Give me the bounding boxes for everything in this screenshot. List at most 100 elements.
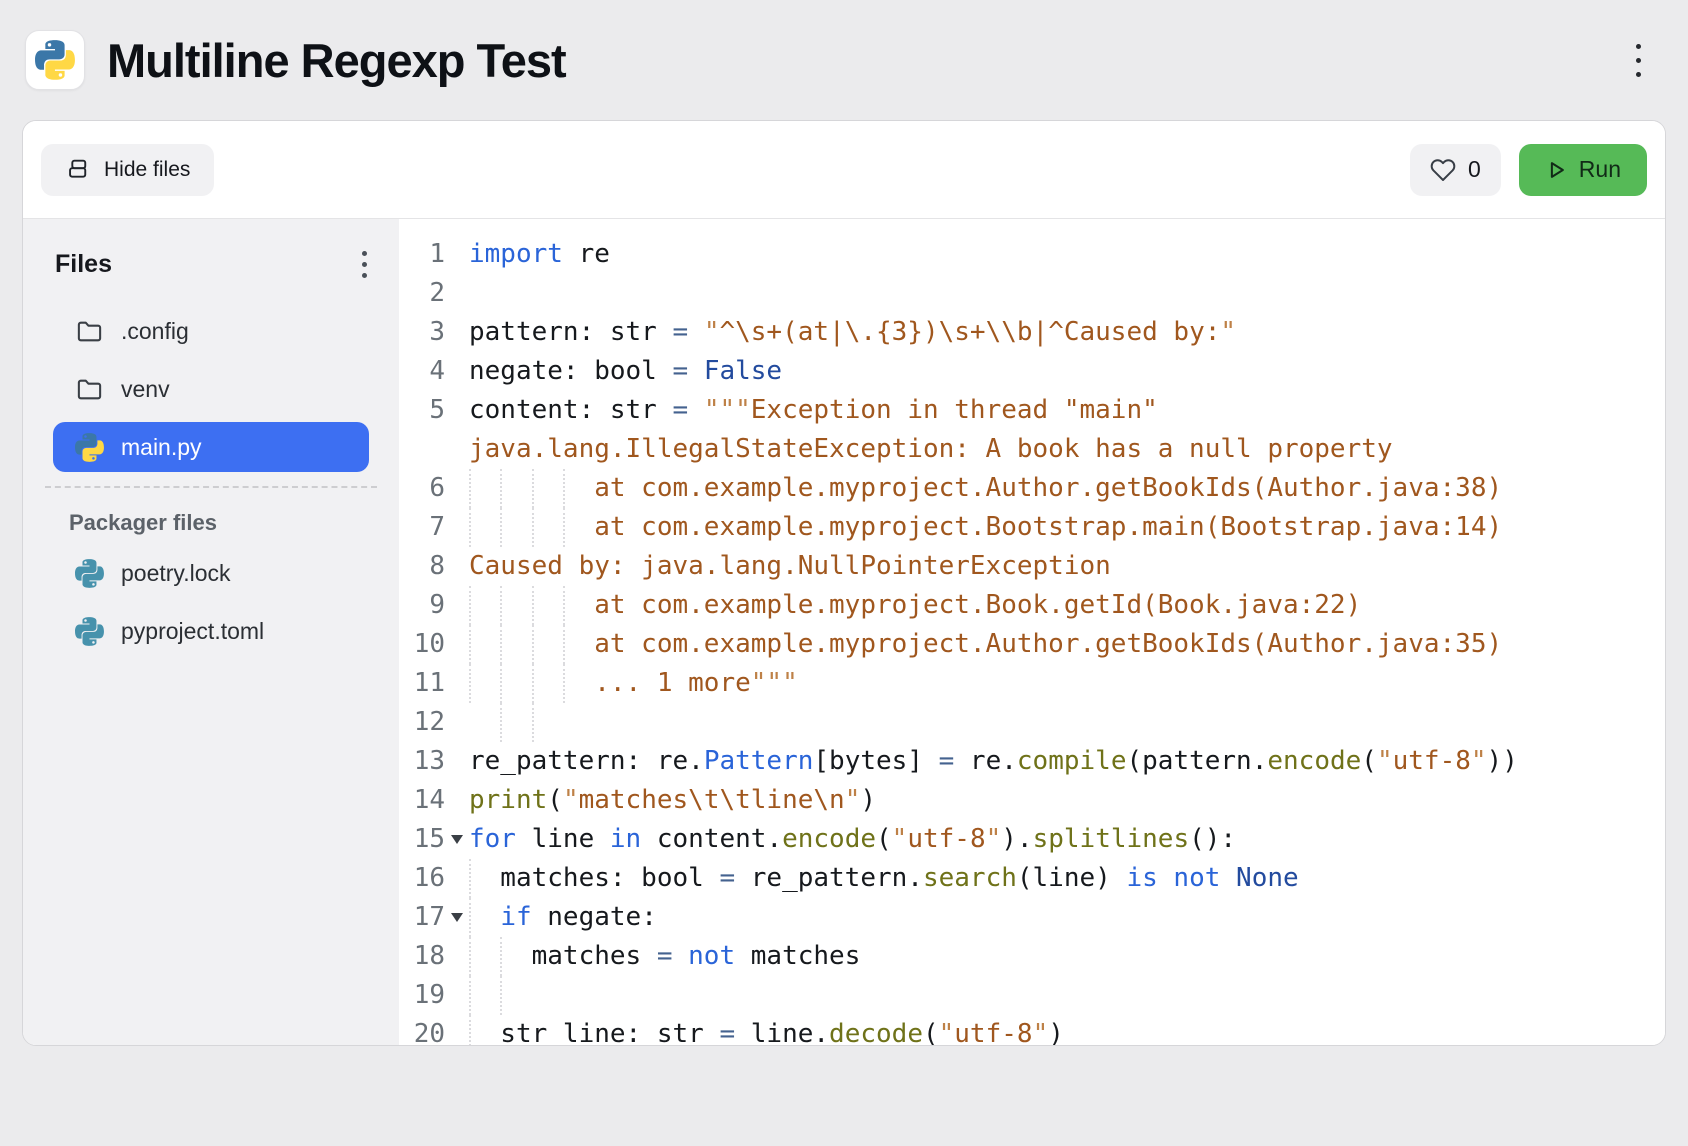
code-token (469, 902, 500, 932)
code-token: " (986, 824, 1002, 854)
file-item-poetry-lock[interactable]: poetry.lock (53, 544, 369, 602)
line-number: 20 (399, 1015, 445, 1045)
line-number: 7 (399, 508, 445, 547)
code-token: = (673, 395, 689, 425)
code-token: re (954, 746, 1001, 776)
indent-guide (563, 664, 565, 703)
code-token (1220, 863, 1236, 893)
indent-guide (500, 508, 502, 547)
code-line[interactable]: 19 (399, 976, 1665, 1015)
indent-guide (563, 508, 565, 547)
line-number: 5 (399, 391, 445, 430)
file-item-venv[interactable]: venv (53, 360, 369, 418)
code-token: Caused by: java.lang.NullPointerExceptio… (469, 551, 1111, 581)
code-token (688, 317, 704, 347)
code-token: pattern: str (469, 317, 673, 347)
indent-guide (500, 976, 502, 1015)
code-line[interactable]: 10 at com.example.myproject.Author.getBo… (399, 625, 1665, 664)
code-editor[interactable]: 1import re23pattern: str = "^\s+(at|\.{3… (399, 219, 1665, 1045)
python-logo (25, 30, 85, 90)
code-token: re (563, 239, 610, 269)
code-line[interactable]: 16 matches: bool = re_pattern.search(lin… (399, 859, 1665, 898)
fold-arrow-icon[interactable] (451, 913, 463, 922)
code-token: at com.example.myproject.Author.getBookI… (469, 629, 1502, 659)
indent-guide (469, 937, 471, 976)
files-menu-kebab-icon[interactable] (356, 245, 373, 284)
indent-guide (532, 508, 534, 547)
code-token: at com.example.myproject.Book.getId(Book… (469, 590, 1361, 620)
code-line[interactable]: 1import re (399, 235, 1665, 274)
code-line[interactable]: 15for line in content.encode("utf-8").sp… (399, 820, 1665, 859)
line-number: 17 (399, 898, 445, 937)
line-number: 2 (399, 274, 445, 313)
code-token: ) (860, 785, 876, 815)
code-line[interactable]: 4negate: bool = False (399, 352, 1665, 391)
indent-guide (500, 664, 502, 703)
indent-guide (500, 469, 502, 508)
code-token: utf-8 (907, 824, 985, 854)
code-line[interactable]: 7 at com.example.myproject.Bootstrap.mai… (399, 508, 1665, 547)
like-count: 0 (1468, 156, 1481, 183)
indent-guide (563, 625, 565, 664)
code-line[interactable]: 13re_pattern: re.Pattern[bytes] = re.com… (399, 742, 1665, 781)
play-icon (1545, 159, 1567, 181)
code-token: . (766, 824, 782, 854)
line-number: 10 (399, 625, 445, 664)
code-line[interactable]: 8Caused by: java.lang.NullPointerExcepti… (399, 547, 1665, 586)
code-token: search (923, 863, 1017, 893)
indent-guide (563, 469, 565, 508)
code-token: . (907, 863, 923, 893)
code-token: line (516, 824, 610, 854)
code-line[interactable]: java.lang.IllegalStateException: A book … (399, 430, 1665, 469)
files-header: Files (55, 250, 112, 279)
page-title: Multiline Regexp Test (107, 33, 566, 88)
python-file-icon (75, 433, 104, 462)
code-token: ( (1361, 746, 1377, 776)
like-button[interactable]: 0 (1410, 144, 1501, 196)
code-line[interactable]: 12 (399, 703, 1665, 742)
code-token: str_line: str (469, 1019, 719, 1045)
code-token: " (1471, 746, 1487, 776)
code-token: encode (1267, 746, 1361, 776)
repl-card: Hide files 0 Run Files .co (22, 120, 1666, 1046)
code-line[interactable]: 18 matches = not matches (399, 937, 1665, 976)
code-line[interactable]: 5content: str = """Exception in thread "… (399, 391, 1665, 430)
line-number: 9 (399, 586, 445, 625)
run-button[interactable]: Run (1519, 144, 1647, 196)
code-line[interactable]: 6 at com.example.myproject.Author.getBoo… (399, 469, 1665, 508)
header-menu-kebab-icon[interactable] (1618, 40, 1658, 80)
code-token: " (1377, 746, 1393, 776)
code-token: negate: bool (469, 356, 673, 386)
fold-arrow-icon[interactable] (451, 835, 463, 844)
code-line[interactable]: 9 at com.example.myproject.Book.getId(Bo… (399, 586, 1665, 625)
file-item-main-py[interactable]: main.py (53, 422, 369, 472)
code-line[interactable]: 11 ... 1 more""" (399, 664, 1665, 703)
code-line[interactable]: 3 pattern: str = "^\s+(at|\.{3})\s+\\b|^C… (399, 313, 1665, 352)
hide-files-button[interactable]: Hide files (41, 144, 214, 196)
code-token: " (704, 317, 720, 347)
code-token: utf-8 (954, 1019, 1032, 1045)
indent-guide (500, 625, 502, 664)
line-number: 14 (399, 781, 445, 820)
python-logo-icon (35, 40, 75, 80)
file-item-pyproject-toml[interactable]: pyproject.toml (53, 602, 369, 660)
line-number: 3 (399, 313, 445, 352)
code-line[interactable]: 20 str_line: str = line.decode("utf-8") (399, 1015, 1665, 1045)
code-token: encode (782, 824, 876, 854)
code-token: = (673, 317, 689, 347)
code-token: ( (876, 824, 892, 854)
code-token: import (469, 239, 563, 269)
code-line[interactable]: 14print("matches\t\tline\n") (399, 781, 1665, 820)
code-token: ( (547, 785, 563, 815)
code-token: matches\t\tline\n (579, 785, 845, 815)
code-token: content (641, 824, 766, 854)
code-token (1158, 863, 1174, 893)
line-number: 18 (399, 937, 445, 976)
code-token: re_pattern: re (469, 746, 688, 776)
code-token: line (735, 1019, 813, 1045)
code-token: utf-8 (1393, 746, 1471, 776)
code-line[interactable]: 17 if negate: (399, 898, 1665, 937)
code-line[interactable]: 2 (399, 274, 1665, 313)
code-token: ^\s+(at|\.{3})\s+\\b|^Caused by: (719, 317, 1220, 347)
file-item--config[interactable]: .config (53, 302, 369, 360)
